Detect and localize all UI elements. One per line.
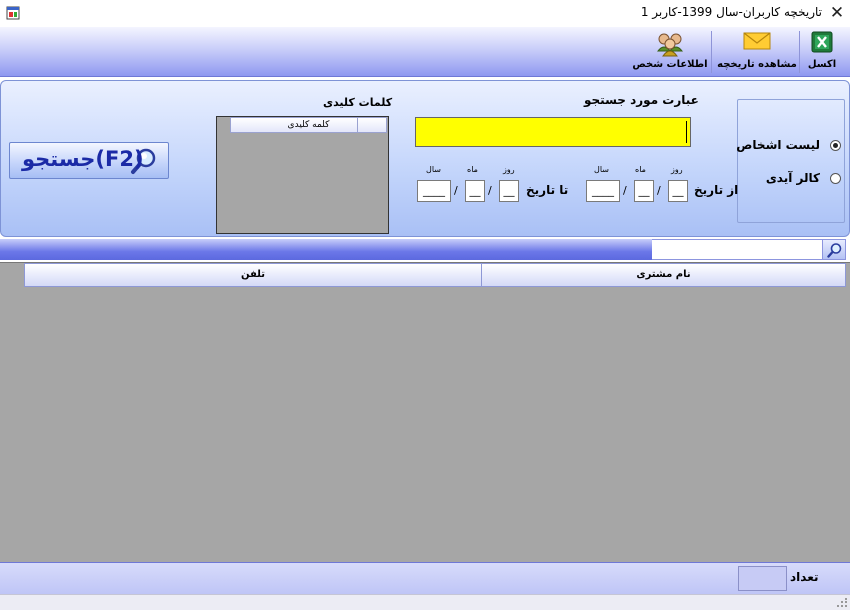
excel-icon xyxy=(811,31,833,53)
filter-input[interactable] xyxy=(652,239,822,260)
to-date-label: تا تاریخ xyxy=(526,183,569,197)
excel-button[interactable]: اکسل xyxy=(802,27,842,76)
title-bar: تاریخچه کاربران-سال 1399-کاربر 1 ✕ xyxy=(0,0,850,27)
from-date-label: از تاریخ xyxy=(694,183,739,197)
column-header-phone[interactable]: تلفن xyxy=(25,264,481,286)
column-header-customer-name[interactable]: نام مشتری xyxy=(482,264,845,286)
filter-search-button[interactable] xyxy=(822,239,846,260)
radio-caller-id[interactable] xyxy=(830,173,841,184)
from-day-field[interactable]: __ xyxy=(668,180,688,202)
to-month-field[interactable]: __ xyxy=(465,180,485,202)
people-icon xyxy=(656,33,684,57)
to-month-label: ماه xyxy=(467,165,478,174)
to-year-field[interactable]: ____ xyxy=(417,180,451,202)
to-day-field[interactable]: __ xyxy=(499,180,519,202)
person-info-label: اطلاعات شخص xyxy=(632,59,708,70)
filter-bar xyxy=(0,239,652,260)
date-separator: / xyxy=(623,184,627,197)
date-separator: / xyxy=(454,184,458,197)
from-year-label: سال xyxy=(594,165,609,174)
search-button-label: جستجو(F2) xyxy=(22,147,144,171)
results-grid-header: نام مشتری تلفن xyxy=(24,263,846,287)
close-icon[interactable]: ✕ xyxy=(826,2,848,24)
keyword-column-header[interactable]: کلمه کلیدی xyxy=(230,117,387,133)
to-year-label: سال xyxy=(426,165,441,174)
text-caret xyxy=(686,121,687,143)
radio-people-list[interactable] xyxy=(830,140,841,151)
toolbar-divider xyxy=(711,31,712,73)
window-title: تاریخچه کاربران-سال 1399-کاربر 1 xyxy=(640,5,822,19)
results-grid[interactable] xyxy=(0,262,850,562)
keywords-label: کلمات کلیدی xyxy=(323,96,393,109)
date-separator: / xyxy=(488,184,492,197)
column-divider xyxy=(481,264,482,286)
column-divider xyxy=(357,118,358,132)
app-window-icon xyxy=(6,6,20,20)
radio-people-list-label[interactable]: لیست اشخاص xyxy=(736,138,820,152)
search-panel: لیست اشخاص کالر آیدی عبارت مورد جستجو رو… xyxy=(0,80,850,237)
query-label: عبارت مورد جستجو xyxy=(584,93,699,107)
toolbar-divider xyxy=(799,31,800,73)
from-month-field[interactable]: __ xyxy=(634,180,654,202)
keywords-grid[interactable] xyxy=(216,116,389,234)
from-year-field[interactable]: ____ xyxy=(586,180,620,202)
view-history-button[interactable]: مشاهده تاریخچه xyxy=(716,27,798,76)
count-value-box xyxy=(738,566,787,591)
search-query-input[interactable] xyxy=(415,117,691,147)
keyword-column-label: کلمه کلیدی xyxy=(287,120,330,130)
search-icon xyxy=(827,243,842,258)
resize-grip-icon[interactable] xyxy=(836,598,848,608)
toolbar: اکسل مشاهده تاریخچه اطلاعات شخص xyxy=(0,27,850,77)
count-label: تعداد xyxy=(790,570,819,584)
footer-bar: تعداد xyxy=(0,562,850,594)
source-radio-group: لیست اشخاص کالر آیدی xyxy=(736,99,845,223)
radio-caller-id-label[interactable]: کالر آیدی xyxy=(766,171,820,185)
status-bar xyxy=(0,594,850,610)
excel-label: اکسل xyxy=(807,59,837,70)
from-day-label: روز xyxy=(671,165,683,174)
envelope-icon xyxy=(743,32,771,50)
from-month-label: ماه xyxy=(635,165,646,174)
person-info-button[interactable]: اطلاعات شخص xyxy=(632,27,708,76)
view-history-label: مشاهده تاریخچه xyxy=(717,59,797,70)
date-separator: / xyxy=(657,184,661,197)
to-day-label: روز xyxy=(503,165,515,174)
search-button[interactable]: جستجو(F2) xyxy=(9,142,169,179)
